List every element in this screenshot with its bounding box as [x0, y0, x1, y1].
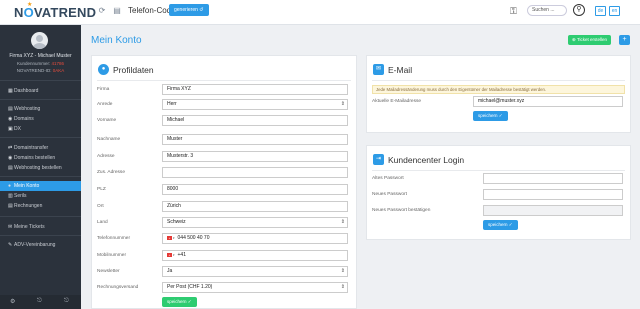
exit-icon[interactable]: ⎋	[64, 298, 69, 305]
adresse-field[interactable]: Musterstr. 3	[162, 151, 348, 162]
old-password-field[interactable]	[483, 173, 623, 184]
field-label-ort: Ort	[97, 204, 104, 209]
save-email-button[interactable]: speichern ✓	[473, 111, 508, 121]
sidebar-item-dashboard[interactable]: ▦Dashboard	[0, 86, 81, 96]
search-icon[interactable]: ⚲	[573, 4, 585, 16]
sidebar-item-meine-tickets[interactable]: ✉ Meine Tickets	[0, 222, 81, 232]
sidebar: Firma XYZ - Michael Muster Kundennummer:…	[0, 25, 81, 309]
field-label-rechnungsversand: Rechnungsversand	[97, 285, 139, 290]
email-panel-title: E-Mail	[388, 65, 413, 75]
refresh-icon[interactable]: ⟳	[97, 6, 107, 16]
profile-panel-title: Profildaten	[113, 65, 154, 75]
search-input[interactable]: Suchen ...	[527, 5, 567, 16]
field-label-telefonnummer: Telefonnummer	[97, 236, 131, 241]
confirm-password-field[interactable]	[483, 205, 623, 216]
swiss-flag-icon[interactable]: +	[167, 235, 172, 240]
add-button[interactable]: +	[619, 35, 630, 45]
login-panel-title: Kundencenter Login	[388, 155, 465, 165]
sidebar-item-domaintransfer[interactable]: ⇄ Domaintransfer	[0, 143, 81, 153]
generate-phone-code-button[interactable]: generieren ↺	[169, 4, 209, 16]
top-bar: NOVATREND ★ ⟳ ▤ Telefon-Code generieren …	[0, 0, 640, 25]
nachname-field[interactable]: Muster	[162, 134, 348, 145]
sidebar-item-dx[interactable]: ▣DX	[0, 124, 81, 134]
email-change-notice: Jede Mailadressänderung muss durch den E…	[372, 85, 625, 94]
field-label-newsletter: Newsletter	[97, 269, 120, 274]
sidebar-item-mein-konto[interactable]: ● Mein Konto	[0, 181, 81, 191]
field-label-plz: PLZ	[97, 187, 106, 192]
mail-icon: ✉	[373, 64, 384, 75]
logout-icon[interactable]: ⎋	[37, 298, 42, 305]
select-caret-icon: ⇕	[340, 284, 345, 290]
anrede-select[interactable]: Herr ⇕	[162, 99, 348, 110]
select-caret-icon: ⇕	[340, 268, 345, 274]
land-select[interactable]: Schweiz ⇕	[162, 217, 348, 228]
customer-number: Kundennummer: 41786	[16, 61, 65, 66]
divider	[0, 80, 81, 81]
old-password-label: Altes Passwort	[372, 176, 404, 181]
confirm-password-label: Neues Passwort bestätigen	[372, 208, 431, 213]
divider	[0, 137, 81, 138]
field-label-anrede: Anrede	[97, 102, 113, 107]
create-ticket-button[interactable]: ⊕ Ticket erstellen	[568, 35, 612, 45]
field-label-nachname: Nachname	[97, 137, 121, 142]
ort-field[interactable]: Zürich	[162, 201, 348, 212]
new-password-label: Neues Passwort	[372, 192, 407, 197]
mobilnummer-field[interactable]: + ▾ +41	[162, 250, 348, 261]
divider	[372, 80, 625, 81]
novatrend-id: NOVATREND-ID: 0AKA	[16, 68, 65, 73]
swiss-flag-icon[interactable]: +	[167, 252, 172, 257]
menu-icon[interactable]: ▤	[112, 6, 122, 16]
sidebar-item-serils[interactable]: ▥Serils	[0, 191, 81, 201]
login-icon: ⇥	[373, 154, 384, 165]
field-label-land: Land	[97, 220, 108, 225]
page-title: Mein Konto	[91, 35, 142, 46]
field-label-firma: Firma	[97, 87, 110, 92]
sidebar-footer: ⚙ ⎋ ⎋	[0, 295, 81, 309]
field-label-adresse: Adresse	[97, 154, 115, 159]
login-panel: ⇥ Kundencenter Login Altes Passwort Neue…	[366, 145, 631, 240]
vorname-field[interactable]: Michael	[162, 115, 348, 126]
field-label-vorname: Vorname	[97, 118, 117, 123]
language-en-button[interactable]: en	[609, 6, 620, 16]
sidebar-item-domains[interactable]: ◉ Domains	[0, 114, 81, 124]
sidebar-item-domains-bestellen[interactable]: ◉ Domains bestellen	[0, 153, 81, 163]
user-name: Firma XYZ - Michael Muster	[9, 53, 72, 59]
divider	[0, 216, 81, 217]
sidebar-item-webhosting[interactable]: ▤Webhosting	[0, 104, 81, 114]
divider	[0, 235, 81, 236]
chevron-down-icon: ▾	[173, 236, 175, 240]
field-label-zus-adresse: Zus. Adresse	[97, 170, 125, 175]
divider	[0, 99, 81, 100]
newsletter-select[interactable]: Ja ⇕	[162, 266, 348, 277]
logo-star-icon: ★	[27, 2, 33, 8]
plz-field[interactable]: 8000	[162, 184, 348, 195]
sidebar-item-webhosting-bestellen[interactable]: ▤Webhosting bestellen	[0, 163, 81, 173]
sidebar-item-rechnungen[interactable]: ▤Rechnungen	[0, 201, 81, 211]
firma-field[interactable]: Firma XYZ	[162, 84, 348, 95]
divider	[372, 170, 625, 171]
current-email-label: Aktuelle E-Mailadresse	[372, 99, 422, 104]
settings-icon[interactable]: ⚙	[10, 298, 15, 305]
email-panel: ✉ E-Mail Jede Mailadressänderung muss du…	[366, 55, 631, 133]
rechnungsversand-select[interactable]: Per Post (CHF 1.20) ⇕	[162, 282, 348, 293]
divider	[97, 80, 351, 81]
chevron-down-icon: ▾	[173, 253, 175, 257]
telefonnummer-field[interactable]: + ▾ 044 500 40 70	[162, 233, 348, 244]
email-field[interactable]: michael@muster.xyz	[473, 96, 623, 107]
sidebar-item-adv-vereinbarung[interactable]: ✎ ADV-Vereinbarung	[0, 240, 81, 250]
save-profile-button[interactable]: speichern ✓	[162, 297, 197, 307]
save-password-button[interactable]: speichern ✓	[483, 220, 518, 230]
select-caret-icon: ⇕	[340, 101, 345, 107]
zus-adresse-field[interactable]	[162, 167, 348, 178]
field-label-mobilnummer: Mobilnummer	[97, 253, 127, 258]
profile-panel: ● Profildaten Firma Firma XYZ Anrede Her…	[91, 55, 357, 309]
avatar	[31, 32, 48, 49]
new-password-field[interactable]	[483, 189, 623, 200]
divider	[0, 176, 81, 177]
key-icon[interactable]: ⚿	[510, 6, 517, 17]
user-icon: ●	[98, 64, 109, 75]
language-de-button[interactable]: de	[595, 6, 606, 16]
select-caret-icon: ⇕	[340, 219, 345, 225]
